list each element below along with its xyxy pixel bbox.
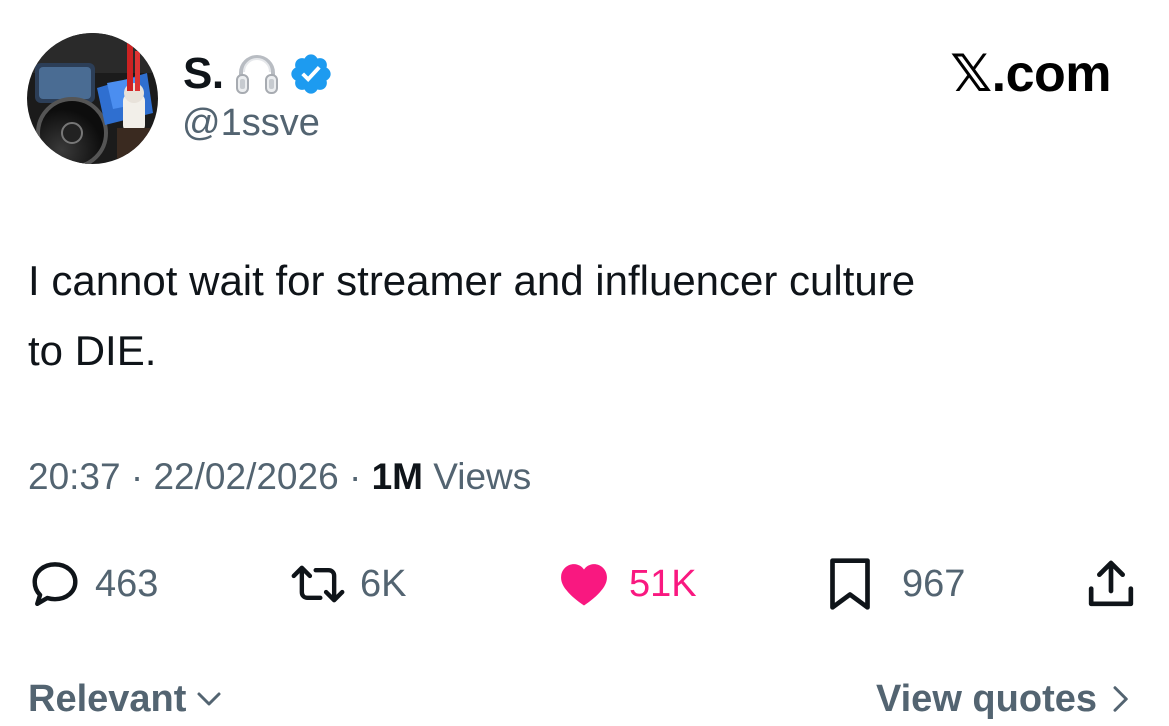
repost-count: 6K xyxy=(360,563,407,605)
view-quotes-link[interactable]: View quotes xyxy=(876,680,1135,718)
tweet-meta: 20:37 · 22/02/2026 · 1M Views xyxy=(28,458,531,495)
share-button[interactable] xyxy=(1083,556,1139,612)
view-quotes-label: View quotes xyxy=(875,678,1097,720)
bookmark-count: 967 xyxy=(902,563,966,605)
bookmark-icon xyxy=(830,558,870,610)
repost-icon xyxy=(291,565,345,603)
headphones-icon xyxy=(232,49,282,99)
like-button[interactable]: 51K xyxy=(555,556,697,612)
chevron-down-icon xyxy=(197,692,221,706)
tweet-date[interactable]: 22/02/2026 xyxy=(153,456,338,497)
views-count[interactable]: 1M xyxy=(372,456,423,497)
author-name-row: S. xyxy=(183,46,334,102)
tweet-text: I cannot wait for streamer and influence… xyxy=(28,246,1148,386)
verified-badge-icon[interactable] xyxy=(288,51,334,97)
reply-count: 463 xyxy=(95,563,159,605)
sort-replies-dropdown[interactable]: Relevant xyxy=(28,680,224,718)
reply-icon xyxy=(32,562,78,607)
tweet-time[interactable]: 20:37 xyxy=(28,456,121,497)
x-com-watermark: 𝕏.com xyxy=(950,45,1111,103)
sort-label: Relevant xyxy=(28,678,187,720)
bookmark-button[interactable]: 967 xyxy=(826,556,965,612)
display-name[interactable]: S. xyxy=(183,52,224,96)
chevron-right-icon xyxy=(1113,686,1128,712)
tweet-text-line-2: to DIE. xyxy=(28,327,157,374)
views-label[interactable]: Views xyxy=(433,456,531,497)
tweet-text-line-1: I cannot wait for streamer and influence… xyxy=(28,257,916,304)
like-count: 51K xyxy=(629,563,697,605)
meta-separator: · xyxy=(348,456,362,497)
heart-icon xyxy=(561,564,607,606)
author-handle[interactable]: @1ssve xyxy=(182,104,320,142)
repost-button[interactable]: 6K xyxy=(288,556,406,612)
meta-separator: · xyxy=(130,456,144,497)
avatar[interactable] xyxy=(27,33,158,164)
share-icon xyxy=(1088,560,1134,607)
reply-button[interactable]: 463 xyxy=(27,556,158,612)
